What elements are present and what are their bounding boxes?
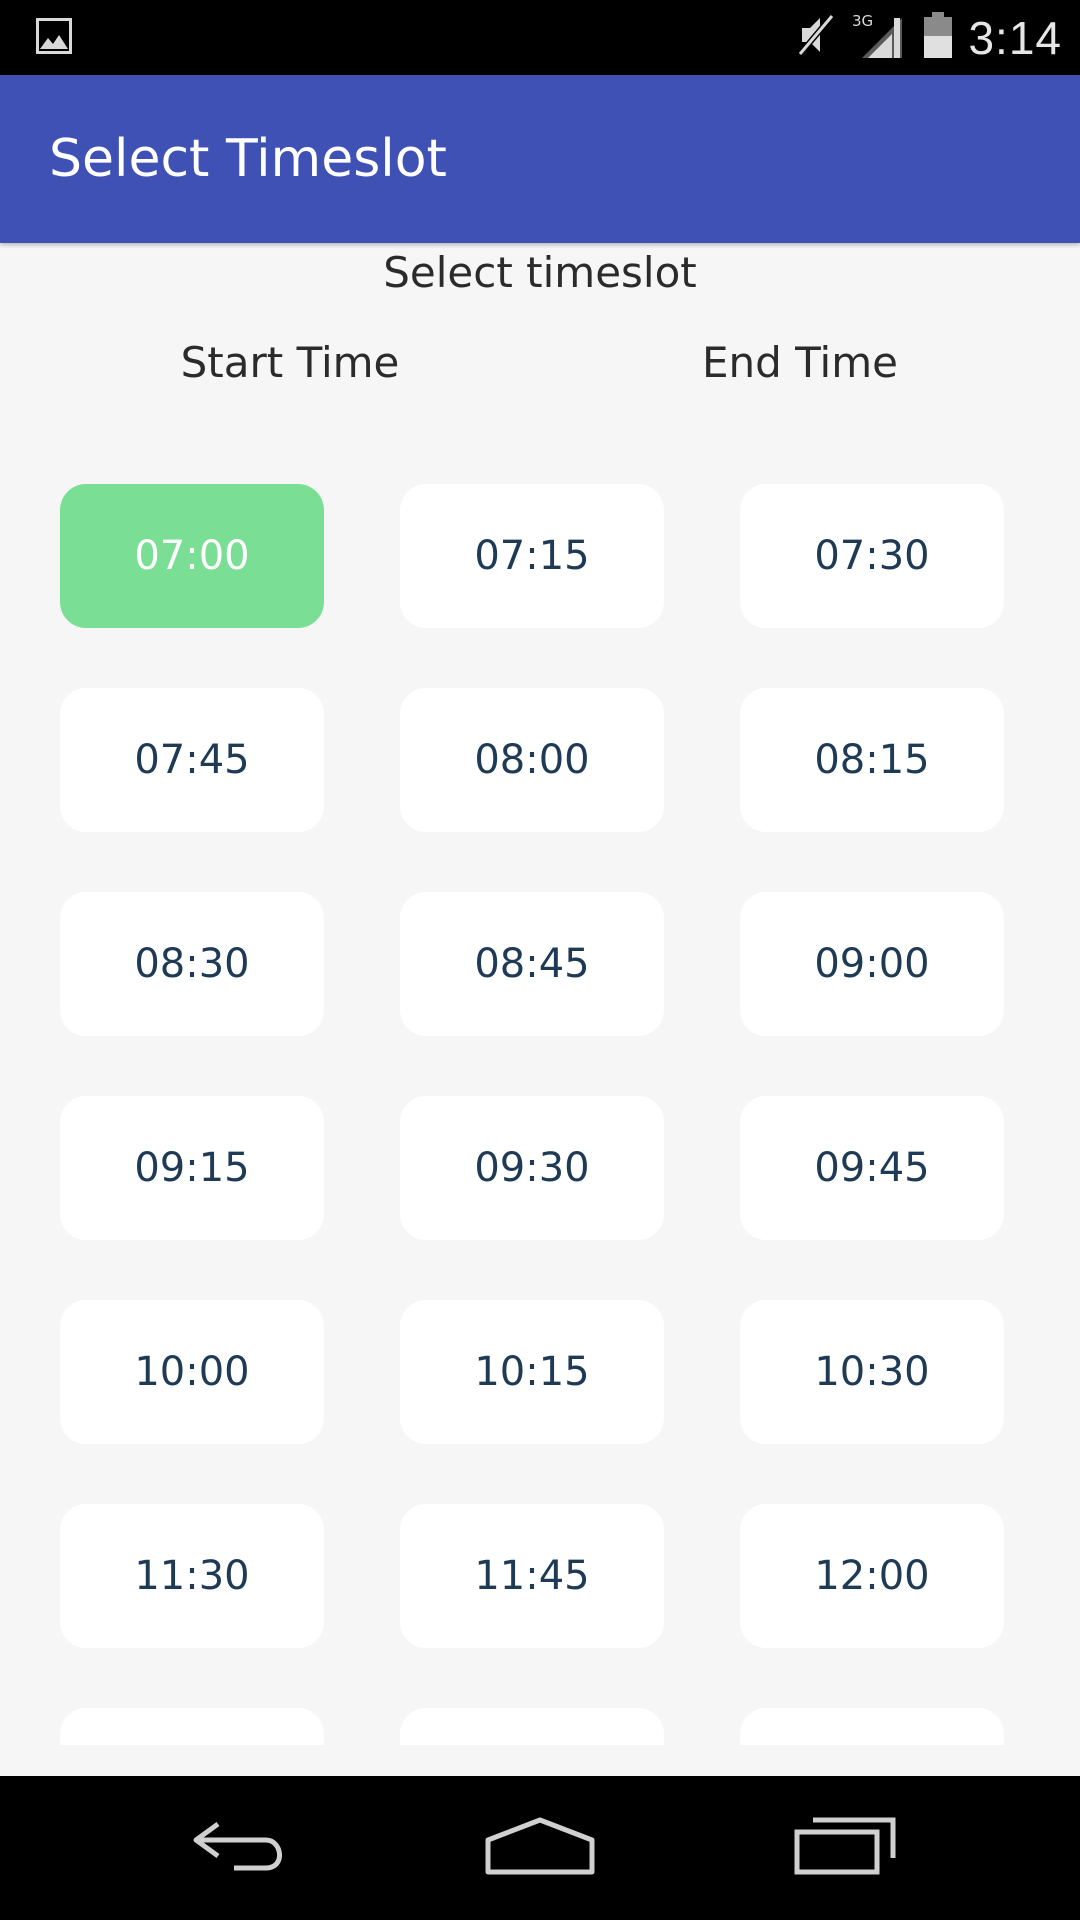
timeslot-button[interactable]: 10:30 — [740, 1300, 1004, 1444]
status-icons: 3G 3:14 — [794, 0, 1062, 75]
timeslot-button[interactable]: 07:15 — [400, 484, 664, 628]
timeslot-button[interactable]: 08:00 — [400, 688, 664, 832]
timeslot-button[interactable] — [400, 1708, 664, 1745]
timeslot-button[interactable] — [60, 1708, 324, 1745]
battery-icon — [922, 10, 954, 65]
recents-button[interactable] — [745, 1776, 945, 1920]
timeslot-button[interactable]: 09:30 — [400, 1096, 664, 1240]
app-bar: Select Timeslot — [0, 75, 1080, 243]
recents-icon — [793, 1816, 897, 1881]
timeslot-button[interactable]: 10:15 — [400, 1300, 664, 1444]
timeslot-button[interactable]: 11:45 — [400, 1504, 664, 1648]
timeslot-button[interactable]: 09:15 — [60, 1096, 324, 1240]
page-title: Select Timeslot — [49, 129, 447, 189]
network-label: 3G — [852, 12, 873, 30]
timeslot-button[interactable]: 07:30 — [740, 484, 1004, 628]
timeslot-button[interactable]: 09:45 — [740, 1096, 1004, 1240]
home-button[interactable] — [440, 1776, 640, 1920]
timeslot-button[interactable]: 12:00 — [740, 1504, 1004, 1648]
home-icon — [484, 1816, 596, 1881]
end-time-header: End Time — [702, 338, 898, 387]
clock: 3:14 — [968, 11, 1062, 64]
timeslot-button[interactable]: 09:00 — [740, 892, 1004, 1036]
back-icon — [188, 1816, 292, 1881]
timeslot-button[interactable] — [740, 1708, 1004, 1745]
timeslot-button[interactable]: 07:45 — [60, 688, 324, 832]
status-bar: 3G 3:14 — [0, 0, 1080, 75]
timeslot-button[interactable]: 10:00 — [60, 1300, 324, 1444]
back-button[interactable] — [140, 1776, 340, 1920]
timeslot-list[interactable]: 07:00 07:15 07:30 07:45 08:00 08:15 08:30 08:45… — [0, 470, 1080, 1745]
mute-icon — [794, 10, 838, 65]
section-subtitle: Select timeslot — [383, 248, 697, 297]
signal-icon: 3G — [852, 10, 908, 65]
timeslot-grid: 07:00 07:15 07:30 07:45 08:00 08:15 08:30 08:45… — [60, 484, 1004, 1745]
timeslot-button[interactable]: 08:30 — [60, 892, 324, 1036]
timeslot-button[interactable]: 08:45 — [400, 892, 664, 1036]
timeslot-button[interactable]: 11:30 — [60, 1504, 324, 1648]
timeslot-button[interactable]: 08:15 — [740, 688, 1004, 832]
navigation-bar — [0, 1776, 1080, 1920]
image-notification-icon — [36, 18, 72, 54]
start-time-header: Start Time — [180, 338, 400, 387]
timeslot-button[interactable]: 07:00 — [60, 484, 324, 628]
screen: 3G 3:14 Select Timeslot Select timeslot … — [0, 0, 1080, 1920]
